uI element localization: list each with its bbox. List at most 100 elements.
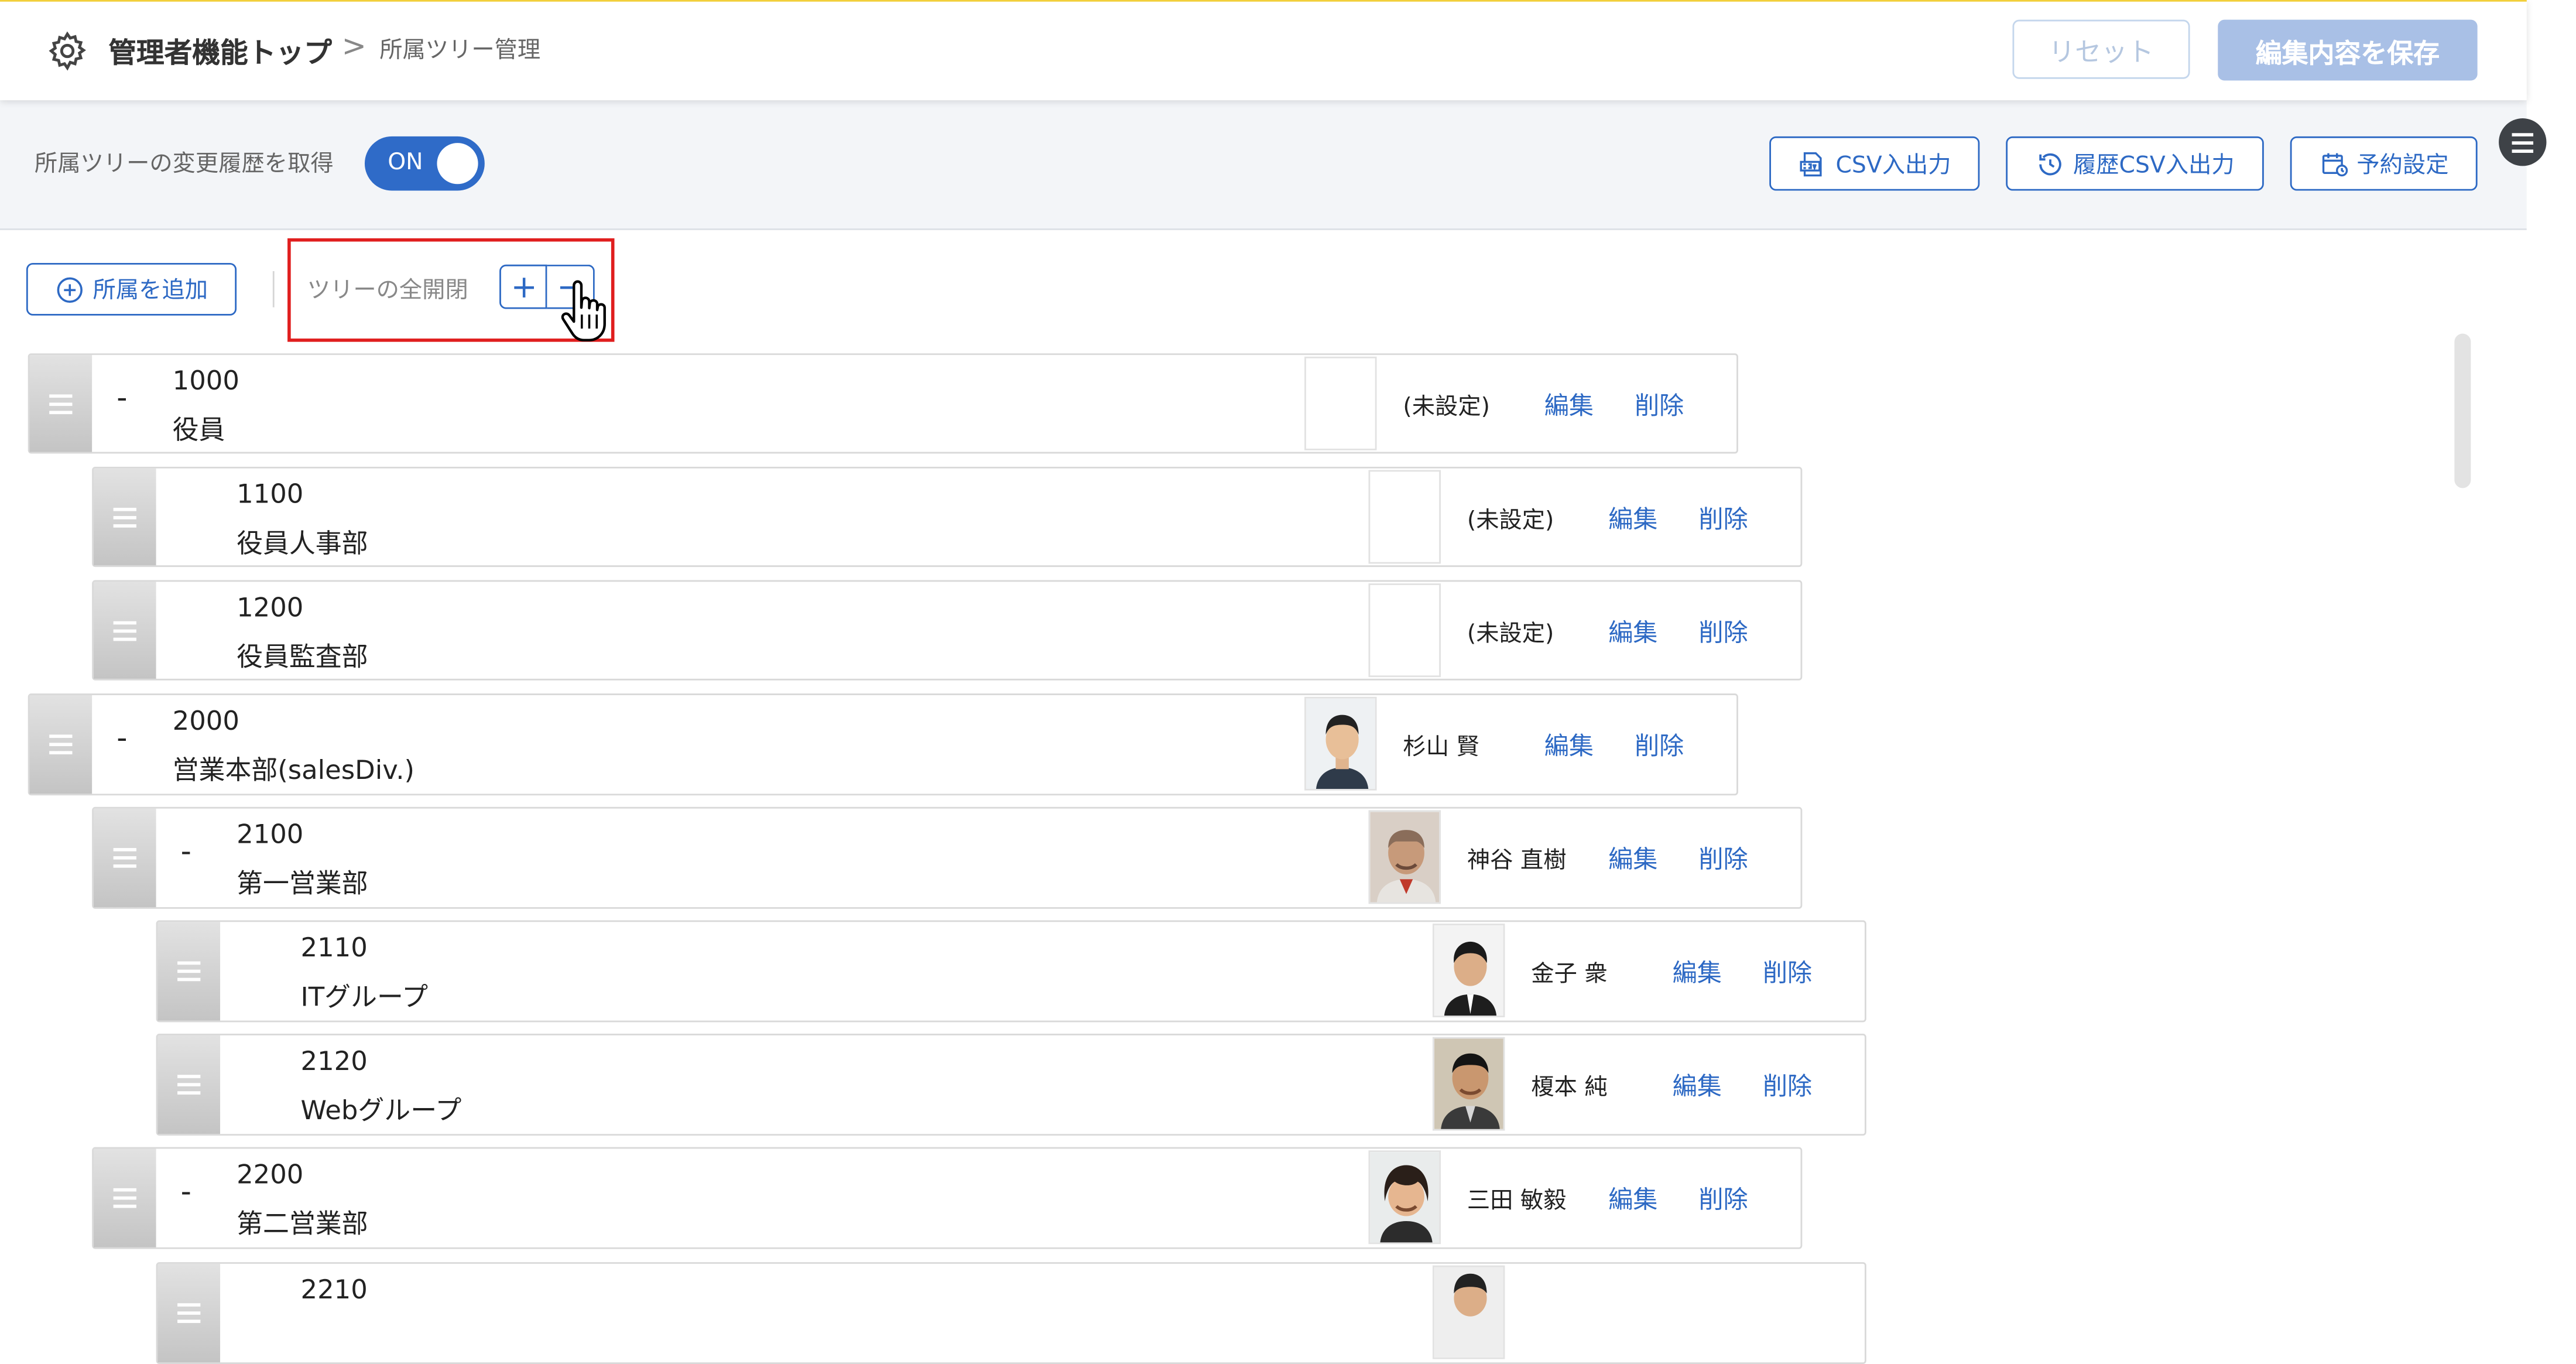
drag-handle-icon[interactable]: [93, 1148, 156, 1247]
schedule-settings-button[interactable]: 予約設定: [2290, 136, 2478, 191]
history-csv-button[interactable]: 履歴CSV入出力: [2006, 136, 2264, 191]
department-code: 2210: [300, 1273, 368, 1305]
manager-photo: [1306, 698, 1375, 789]
delete-link[interactable]: 削除: [1699, 842, 1748, 876]
schedule-settings-label: 予約設定: [2356, 152, 2449, 179]
breadcrumb-admin-top[interactable]: 管理者機能トップ: [108, 30, 332, 71]
history-icon: [2039, 152, 2061, 175]
calendar-clock-icon: [2321, 152, 2347, 176]
manager-name: 杉山 賢: [1403, 734, 1479, 761]
manager-photo: [1370, 812, 1440, 903]
collapse-toggle[interactable]: -: [181, 835, 191, 870]
reset-button[interactable]: リセット: [2012, 19, 2190, 79]
manager-name: 三田 敏毅: [1467, 1188, 1567, 1215]
tree-row[interactable]: 2210: [156, 1262, 1866, 1364]
tree-row[interactable]: 2110 ITグループ 金子 衆 編集 削除: [156, 920, 1866, 1023]
avatar: [1432, 1265, 1505, 1359]
tree-row[interactable]: - 2000 営業本部(salesDiv.) 杉山 賢 編集 削除: [28, 693, 1738, 796]
edit-link[interactable]: 編集: [1608, 1182, 1657, 1216]
csv-io-button[interactable]: CSV入出力: [1769, 136, 1980, 191]
edit-link[interactable]: 編集: [1608, 842, 1657, 876]
drag-handle-icon[interactable]: [93, 468, 156, 566]
department-name: 第一営業部: [237, 867, 368, 899]
add-department-label: 所属を追加: [93, 278, 208, 305]
history-csv-label: 履歴CSV入出力: [2073, 152, 2235, 179]
edit-link[interactable]: 編集: [1608, 501, 1657, 536]
department-name: 営業本部(salesDiv.): [172, 754, 415, 786]
manager-photo: [1434, 1267, 1503, 1358]
hand-pointer-icon: [561, 280, 606, 342]
department-name: Webグループ: [300, 1094, 462, 1126]
manager-name: 金子 衆: [1531, 961, 1608, 988]
manager-photo: [1434, 925, 1503, 1016]
gear-icon[interactable]: [46, 30, 89, 73]
edit-link[interactable]: 編集: [1673, 1068, 1722, 1103]
manager-photo: [1370, 1152, 1440, 1243]
avatar: [1368, 470, 1441, 564]
delete-link[interactable]: 削除: [1699, 501, 1748, 536]
delete-link[interactable]: 削除: [1763, 1068, 1812, 1103]
department-name: 役員: [172, 414, 225, 446]
collapse-toggle[interactable]: -: [117, 381, 127, 416]
drag-handle-icon[interactable]: [29, 695, 93, 794]
edit-link[interactable]: 編集: [1608, 614, 1657, 649]
avatar: [1432, 1037, 1505, 1131]
edit-link[interactable]: 編集: [1673, 955, 1722, 989]
tree-row[interactable]: 1200 役員監査部 (未設定) 編集 削除: [92, 580, 1803, 681]
manager-name: (未設定): [1467, 621, 1554, 648]
department-name: 役員人事部: [237, 527, 368, 559]
page-title: 所属ツリー管理: [379, 37, 541, 64]
department-name: 第二営業部: [237, 1208, 368, 1239]
add-department-button[interactable]: 所属を追加: [26, 262, 237, 316]
department-code: 2110: [300, 932, 368, 963]
divider: [272, 271, 275, 307]
tree-row[interactable]: 1100 役員人事部 (未設定) 編集 削除: [92, 466, 1803, 568]
delete-link[interactable]: 削除: [1699, 614, 1748, 649]
collapse-toggle[interactable]: -: [117, 722, 127, 756]
side-menu-icon[interactable]: [2499, 118, 2547, 166]
avatar: [1368, 810, 1441, 904]
save-button[interactable]: 編集内容を保存: [2218, 19, 2478, 81]
drag-handle-icon[interactable]: [157, 1035, 221, 1134]
avatar: [1368, 583, 1441, 678]
department-name: ITグループ: [300, 981, 429, 1013]
department-name: 役員監査部: [237, 641, 368, 672]
drag-handle-icon[interactable]: [157, 1263, 221, 1363]
vertical-scrollbar[interactable]: [2454, 333, 2471, 488]
side-strip: [2526, 0, 2576, 1302]
manager-name: (未設定): [1403, 394, 1490, 421]
edit-link[interactable]: 編集: [1544, 728, 1594, 763]
delete-link[interactable]: 削除: [1699, 1182, 1748, 1216]
page-header: 管理者機能トップ > 所属ツリー管理 リセット 編集内容を保存: [0, 0, 2527, 101]
department-code: 1100: [237, 478, 304, 510]
toggle-state-label: ON: [388, 149, 423, 176]
tree-row[interactable]: - 2200 第二営業部 三田 敏毅 編集 削除: [92, 1147, 1803, 1249]
department-code: 2200: [237, 1158, 304, 1190]
drag-handle-icon[interactable]: [93, 582, 156, 679]
history-toggle[interactable]: ON: [364, 136, 485, 191]
csv-io-label: CSV入出力: [1835, 152, 1951, 179]
avatar: [1432, 924, 1505, 1017]
avatar: [1304, 356, 1377, 450]
drag-handle-icon[interactable]: [93, 808, 156, 907]
plus-circle-icon: [56, 276, 82, 302]
department-code: 1000: [172, 364, 239, 396]
avatar: [1304, 696, 1377, 791]
tree-row[interactable]: - 2100 第一営業部 神谷 直樹 編集 削除: [92, 806, 1803, 909]
department-code: 1200: [237, 592, 304, 623]
tree-row[interactable]: - 1000 役員 (未設定) 編集 削除: [28, 353, 1738, 454]
edit-link[interactable]: 編集: [1544, 388, 1594, 422]
delete-link[interactable]: 削除: [1763, 955, 1812, 989]
tree-row[interactable]: 2120 Webグループ 榎本 純 編集 削除: [156, 1034, 1866, 1136]
drag-handle-icon[interactable]: [157, 922, 221, 1021]
manager-name: (未設定): [1467, 508, 1554, 534]
delete-link[interactable]: 削除: [1635, 388, 1684, 422]
breadcrumb-separator: >: [341, 29, 367, 64]
collapse-toggle[interactable]: -: [181, 1175, 191, 1209]
department-code: 2100: [237, 818, 304, 850]
manager-photo: [1434, 1038, 1503, 1129]
manager-name: 榎本 純: [1531, 1075, 1608, 1102]
department-code: 2000: [172, 705, 239, 737]
drag-handle-icon[interactable]: [29, 355, 93, 452]
delete-link[interactable]: 削除: [1635, 728, 1684, 763]
